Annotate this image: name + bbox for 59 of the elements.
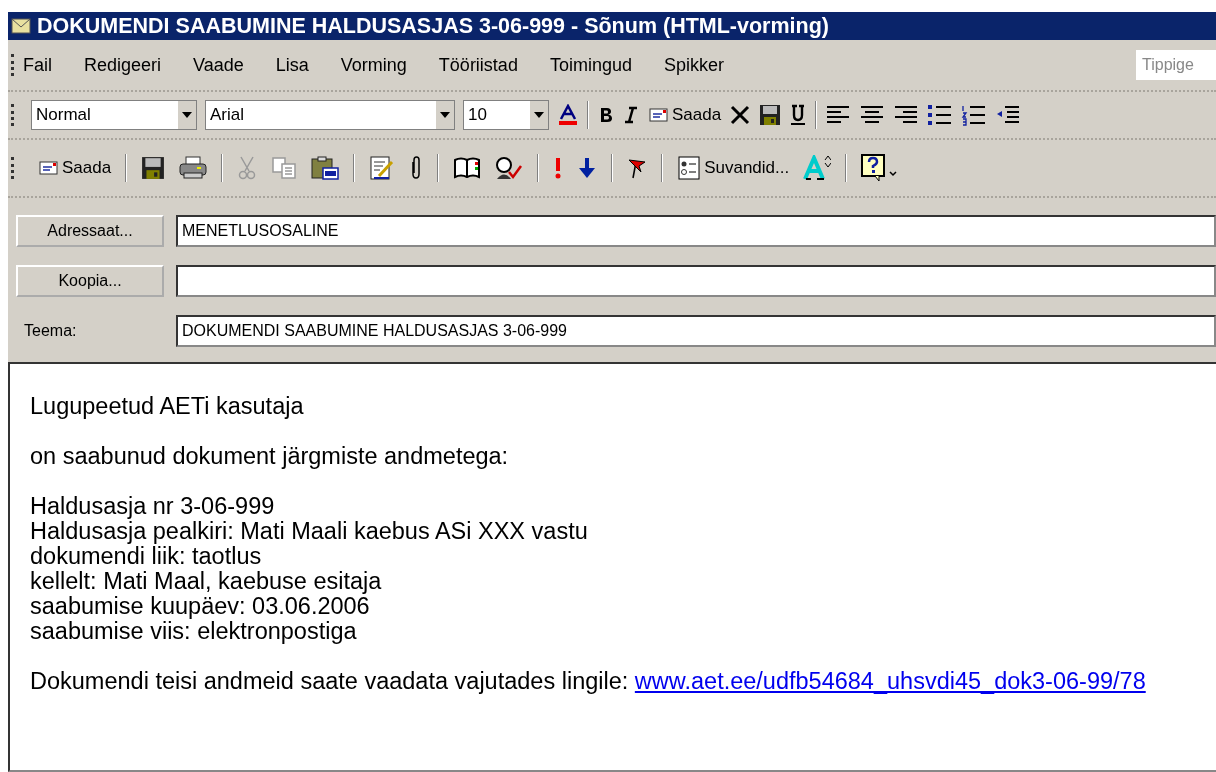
font-color-icon[interactable] [557, 104, 579, 126]
dropdown-arrow-icon[interactable] [440, 112, 450, 118]
message-icon [37, 160, 59, 176]
message-text: Lugupeetud AETi kasutaja [30, 394, 305, 419]
message-text: dokumendi liik: taotlus [30, 544, 263, 569]
dropdown-arrow-icon[interactable] [182, 112, 192, 118]
message-text: saabumise viis: elektronpostiga [30, 619, 358, 644]
font-size-dropdown[interactable]: 10 [463, 100, 549, 130]
underline-icon[interactable] [789, 104, 808, 126]
style-dropdown[interactable]: Normal [31, 100, 197, 130]
help-search-field[interactable]: Tippige [1136, 50, 1216, 80]
menu-item[interactable]: Spikker [663, 50, 724, 80]
message-text: Dokumendi teisi andmeid saate vaadata vajutades lingile: www.aet.ee/udfb54684_uhsvdi45_dok3-06-99/78 [30, 669, 1147, 694]
message-text: Haldusasja pealkiri: Mati Maali kaebus ASi XXX vastu [30, 519, 589, 544]
menu-item[interactable]: Vorming [340, 50, 407, 80]
printer-icon[interactable] [179, 156, 208, 180]
send-button[interactable]: Saada [37, 158, 112, 178]
decrease-indent-icon[interactable] [995, 104, 1022, 126]
menu-item[interactable]: Vaade [193, 50, 244, 80]
clipboard-icon[interactable] [311, 156, 340, 180]
book-icon[interactable] [453, 156, 482, 180]
address-button[interactable]: Koopia... [16, 265, 164, 297]
edit-document-icon[interactable] [369, 156, 396, 180]
dropdown-arrow-icon[interactable] [534, 112, 544, 118]
menu-item[interactable]: Tööriistad [438, 50, 518, 80]
options-button[interactable]: Suvandid... [677, 156, 790, 180]
menu-item[interactable]: Redigeeri [84, 50, 162, 80]
align-center-icon[interactable] [859, 104, 886, 126]
address-field[interactable]: DOKUMENDI SAABUMINE HALDUSASJAS 3-06-999 [176, 315, 1216, 347]
flag-icon[interactable] [627, 156, 648, 180]
message-text: kellelt: Mati Maal, kaebuse esitaja [30, 569, 383, 594]
options-list-icon [677, 156, 702, 180]
window-title: DOKUMENDI SAABUMINE HALDUSASJAS 3-06-999 - Sõnum (HTML-vorming) [37, 13, 829, 39]
message-text: on saabunud dokument järgmiste andmetega: [30, 444, 510, 469]
address-button[interactable]: Adressaat... [16, 215, 164, 247]
menu-item[interactable]: Fail [23, 50, 52, 80]
help-icon[interactable] [861, 154, 900, 182]
person-check-icon[interactable] [495, 156, 524, 180]
message-icon [647, 107, 669, 123]
bullet-list-icon[interactable] [927, 104, 954, 126]
close-icon[interactable] [729, 104, 752, 126]
italic-icon[interactable] [623, 105, 639, 125]
font-dropdown[interactable]: Arial [205, 100, 455, 130]
send-button[interactable]: Saada [647, 105, 722, 125]
address-field[interactable]: MENETLUSOSALINE [176, 215, 1216, 247]
subject-label: Teema: [23, 322, 78, 340]
down-arrow-icon[interactable] [577, 156, 598, 180]
message-text: Haldusasja nr 3-06-999 [30, 494, 276, 519]
document-link[interactable]: www.aet.ee/udfb54684_uhsvdi45_dok3-06-99/78 [634, 668, 1146, 694]
message-body[interactable] [8, 362, 1216, 772]
numbered-list-icon[interactable] [961, 104, 988, 126]
address-field[interactable] [176, 265, 1216, 297]
align-left-icon[interactable] [825, 104, 852, 126]
message-text: saabumise kuupäev: 03.06.2006 [30, 594, 370, 619]
menu-item[interactable]: Lisa [275, 50, 309, 80]
font-size-icon[interactable] [803, 155, 832, 181]
menu-item[interactable]: Toimingud [549, 50, 632, 80]
envelope-icon [11, 18, 31, 34]
align-right-icon[interactable] [893, 104, 920, 126]
